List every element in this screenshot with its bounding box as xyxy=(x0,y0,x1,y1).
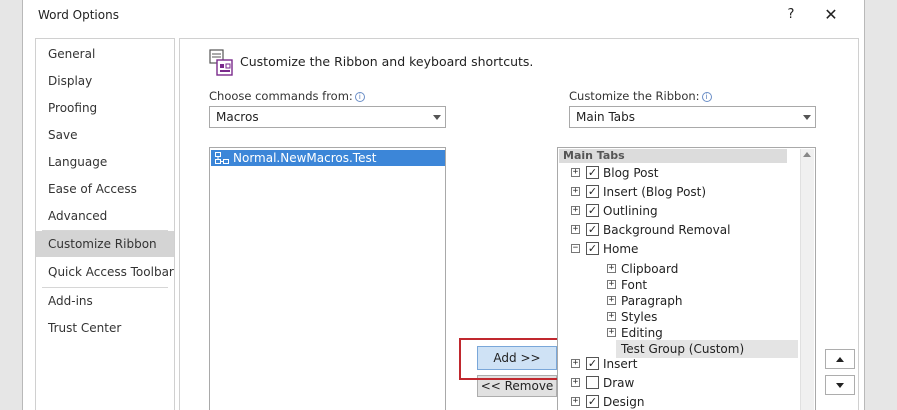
customize-ribbon-pane: Customize the Ribbon and keyboard shortc… xyxy=(179,38,859,410)
choose-commands-label: Choose commands from: i xyxy=(209,89,365,103)
expand-icon[interactable]: + xyxy=(607,312,616,321)
expand-icon[interactable]: + xyxy=(571,168,580,177)
nav-item-customize-ribbon[interactable]: Customize Ribbon xyxy=(36,231,174,257)
help-button[interactable]: ? xyxy=(781,5,801,25)
tree-item-label: Outlining xyxy=(603,204,658,218)
choose-commands-value: Macros xyxy=(216,110,259,124)
expand-icon[interactable]: + xyxy=(571,397,580,406)
tree-item-label: Blog Post xyxy=(603,166,659,180)
expand-icon[interactable]: + xyxy=(607,296,616,305)
nav-item-general[interactable]: General xyxy=(36,41,174,67)
tree-item-home[interactable]: − ✓ Home xyxy=(558,240,798,258)
tree-item-label: Insert xyxy=(603,357,638,371)
move-down-button[interactable] xyxy=(825,375,855,395)
checkbox[interactable]: ✓ xyxy=(586,185,599,198)
tree-item-design[interactable]: + ✓ Design xyxy=(558,393,798,410)
nav-item-ease-of-access[interactable]: Ease of Access xyxy=(36,176,174,202)
scroll-up-icon[interactable] xyxy=(803,152,811,157)
expand-icon[interactable]: + xyxy=(571,187,580,196)
expand-icon[interactable]: + xyxy=(571,225,580,234)
expand-icon[interactable]: + xyxy=(607,328,616,337)
macro-icon xyxy=(215,152,229,164)
tree-item-draw[interactable]: + Draw xyxy=(558,374,798,392)
checkbox[interactable]: ✓ xyxy=(586,395,599,408)
ribbon-tree[interactable]: Main Tabs + ✓ Blog Post + ✓ Insert (Blog… xyxy=(557,147,816,410)
checkbox[interactable]: ✓ xyxy=(586,166,599,179)
expand-icon[interactable]: + xyxy=(571,206,580,215)
info-icon[interactable]: i xyxy=(701,92,712,102)
tree-item-insert-blog-post[interactable]: + ✓ Insert (Blog Post) xyxy=(558,183,798,201)
arrow-down-icon xyxy=(836,383,844,388)
pane-heading: Customize the Ribbon and keyboard shortc… xyxy=(240,54,534,69)
expand-icon[interactable]: + xyxy=(571,378,580,387)
chevron-down-icon xyxy=(803,115,811,120)
customize-ribbon-value: Main Tabs xyxy=(576,110,636,124)
customize-ribbon-dropdown[interactable]: Main Tabs xyxy=(569,106,816,128)
macro-item-label: Normal.NewMacros.Test xyxy=(233,151,377,165)
tree-item-blog-post[interactable]: + ✓ Blog Post xyxy=(558,164,798,182)
nav-item-quick-access-toolbar[interactable]: Quick Access Toolbar xyxy=(36,259,174,285)
commands-list[interactable]: Normal.NewMacros.Test xyxy=(209,147,446,410)
tree-item-label: Home xyxy=(603,242,639,256)
options-nav: General Display Proofing Save Language E… xyxy=(35,38,175,410)
tree-item-background-removal[interactable]: + ✓ Background Removal xyxy=(558,221,798,239)
tree-item-label: Insert (Blog Post) xyxy=(603,185,707,199)
move-up-button[interactable] xyxy=(825,349,855,369)
chevron-down-icon xyxy=(433,115,441,120)
checkbox[interactable]: ✓ xyxy=(586,223,599,236)
list-item[interactable]: Normal.NewMacros.Test xyxy=(211,150,445,166)
collapse-icon[interactable]: − xyxy=(571,244,580,253)
nav-item-advanced[interactable]: Advanced xyxy=(36,203,174,229)
checkbox[interactable]: ✓ xyxy=(586,242,599,255)
tree-scrollbar[interactable] xyxy=(800,149,814,410)
nav-item-language[interactable]: Language xyxy=(36,149,174,175)
tree-item-label: Design xyxy=(603,395,645,409)
tree-item-outlining[interactable]: + ✓ Outlining xyxy=(558,202,798,220)
nav-item-add-ins[interactable]: Add-ins xyxy=(36,288,174,314)
expand-icon[interactable]: + xyxy=(607,280,616,289)
info-icon[interactable]: i xyxy=(354,92,365,102)
checkbox[interactable]: ✓ xyxy=(586,357,599,370)
expand-icon[interactable]: + xyxy=(571,359,580,368)
customize-ribbon-label: Customize the Ribbon: i xyxy=(569,89,712,103)
dialog-title: Word Options xyxy=(38,8,119,22)
tree-item-insert[interactable]: + ✓ Insert xyxy=(558,355,798,373)
nav-item-proofing[interactable]: Proofing xyxy=(36,95,174,121)
close-button[interactable]: ✕ xyxy=(820,4,842,26)
checkbox[interactable]: ✓ xyxy=(586,204,599,217)
word-options-dialog: Word Options ? ✕ General Display Proofin… xyxy=(22,0,865,410)
tree-item-label: Background Removal xyxy=(603,223,731,237)
nav-item-display[interactable]: Display xyxy=(36,68,174,94)
checkbox[interactable] xyxy=(586,376,599,389)
expand-icon[interactable]: + xyxy=(607,264,616,273)
nav-item-trust-center[interactable]: Trust Center xyxy=(36,315,174,341)
arrow-up-icon xyxy=(836,357,844,362)
customize-ribbon-icon xyxy=(209,49,233,76)
nav-item-save[interactable]: Save xyxy=(36,122,174,148)
choose-commands-dropdown[interactable]: Macros xyxy=(209,106,446,128)
tree-item-label: Draw xyxy=(603,376,635,390)
choose-commands-label-text: Choose commands from: xyxy=(209,89,353,103)
customize-ribbon-label-text: Customize the Ribbon: xyxy=(569,89,700,103)
tree-header: Main Tabs xyxy=(559,149,787,163)
